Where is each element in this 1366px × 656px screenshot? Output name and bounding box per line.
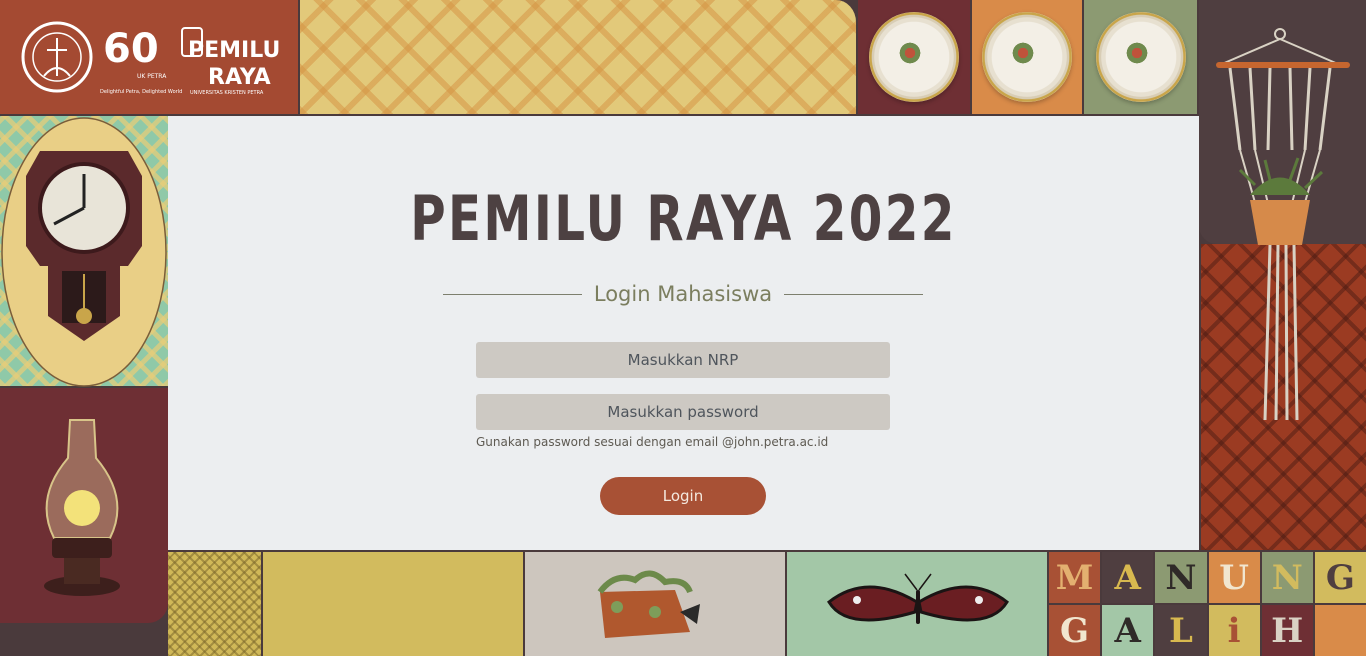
letter-tile	[1314, 605, 1366, 656]
password-input[interactable]	[476, 394, 890, 430]
letter-tile: A	[1102, 552, 1154, 603]
top-pattern-tile	[300, 0, 858, 116]
butterfly-tile	[787, 550, 1049, 656]
manunggalih-letters: M A N U N G G A L i H	[1049, 550, 1366, 656]
pemilu-raya-logo: PEMILU RAYA UNIVERSITAS KRISTEN PETRA	[181, 27, 280, 96]
plate-icon	[982, 12, 1072, 102]
nrp-input[interactable]	[476, 342, 890, 378]
bottom-solid-tile	[263, 550, 525, 656]
clock-tile	[0, 116, 168, 388]
letter-tile: N	[1155, 552, 1207, 603]
plant-box-icon	[597, 570, 700, 638]
letter-tile: i	[1208, 605, 1260, 656]
letter-tile: N	[1261, 552, 1313, 603]
subtitle-row: Login Mahasiswa	[443, 279, 924, 309]
pemilu-logo-line2: RAYA	[208, 65, 271, 90]
plant-tile	[525, 550, 787, 656]
letter-tile: M	[1049, 552, 1101, 603]
pemilu-logo-line1: PEMILU	[188, 38, 280, 63]
pemilu-logo-sub: UNIVERSITAS KRISTEN PETRA	[190, 90, 264, 96]
divider-line	[784, 293, 924, 295]
password-hint: Gunakan password sesuai dengan email @jo…	[476, 435, 829, 449]
oil-lamp-icon	[44, 419, 120, 596]
logo-banner: 60 UK PETRA Delightful Petra, Delighted …	[0, 0, 300, 116]
login-button[interactable]: Login	[600, 477, 766, 515]
letter-tile: A	[1102, 605, 1154, 656]
anniversary-tag: UK PETRA	[137, 73, 167, 80]
lamp-tile	[0, 388, 168, 623]
divider-line	[443, 293, 582, 295]
letter-tile: U	[1208, 552, 1260, 603]
plate-tile-1	[858, 0, 972, 116]
sixty-anniversary-logo: 60 UK PETRA Delightful Petra, Delighted …	[100, 26, 182, 95]
butterfly-icon	[827, 573, 1009, 624]
letter-tile: G	[1314, 552, 1366, 603]
plate-tile-3	[1084, 0, 1199, 116]
anniversary-tagline: Delightful Petra, Delighted World	[100, 89, 182, 95]
plate-icon	[1095, 12, 1186, 102]
letter-tile: G	[1049, 605, 1101, 656]
plate-icon	[869, 12, 959, 102]
page-title: PEMILU RAYA 2022	[410, 182, 957, 255]
plate-tile-2	[972, 0, 1084, 116]
bottom-pattern-tile	[168, 550, 263, 656]
letter-tile: H	[1261, 605, 1313, 656]
letter-tile: L	[1155, 605, 1207, 656]
macrame-plant-hanger-icon	[1216, 28, 1350, 421]
login-panel: PEMILU RAYA 2022 Login Mahasiswa Gunakan…	[168, 116, 1199, 550]
university-seal-icon	[21, 21, 93, 93]
anniversary-number: 60	[103, 26, 159, 72]
page-subtitle: Login Mahasiswa	[593, 282, 773, 306]
